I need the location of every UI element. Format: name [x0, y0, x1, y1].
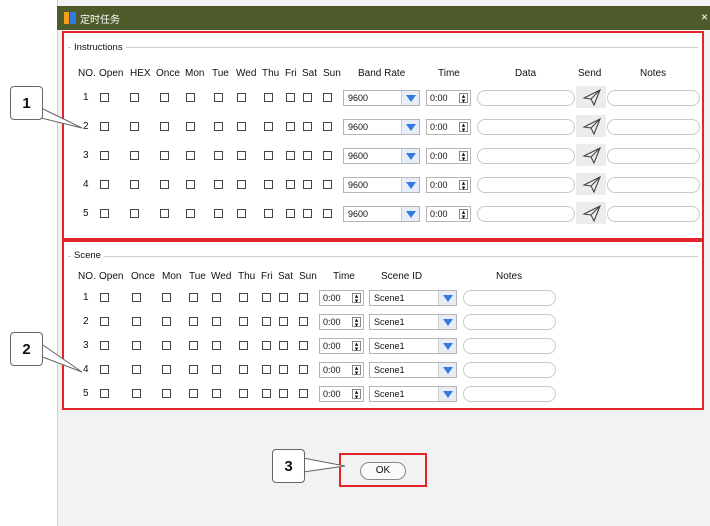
instructions-highlight-box — [62, 31, 704, 240]
callout-3: 3 — [272, 449, 305, 483]
ok-button[interactable]: OK — [360, 462, 406, 480]
app-logo-icon — [64, 12, 76, 24]
scene-highlight-box — [62, 240, 704, 410]
callout-2: 2 — [10, 332, 43, 366]
title-bar: 定时任务 × — [57, 6, 710, 30]
callout-1: 1 — [10, 86, 43, 120]
window-title: 定时任务 — [80, 15, 120, 26]
ok-label: OK — [375, 465, 391, 476]
close-icon[interactable]: × — [701, 10, 708, 24]
